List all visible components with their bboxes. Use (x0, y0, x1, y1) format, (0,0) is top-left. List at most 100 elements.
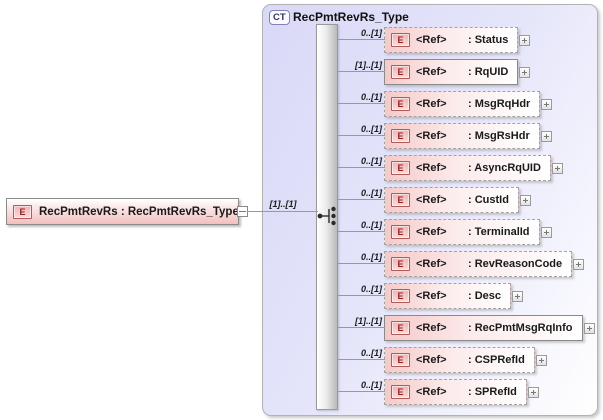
cardinality-label: 0..[1] (360, 156, 382, 166)
element-name: : AsyncRqUID (468, 162, 541, 174)
cardinality-label: 0..[1] (360, 348, 382, 358)
complex-type-title: RecPmtRevRs_Type (293, 10, 409, 24)
cardinality-label: 0..[1] (360, 28, 382, 38)
cardinality-label: [1]..[1] (355, 316, 382, 326)
element-box[interactable]: E <Ref> : SPRefId (384, 379, 527, 405)
connector: 0..[1] (338, 123, 385, 149)
cardinality-label: [1]..[1] (355, 60, 382, 70)
connector: 0..[1] (338, 27, 385, 53)
child-element-row: 0..[1] E <Ref> : Status (338, 27, 531, 53)
element-box[interactable]: E <Ref> : RqUID (384, 59, 519, 85)
element-box[interactable]: E <Ref> : MsgRsHdr (384, 123, 540, 149)
element-ref-label: <Ref> (416, 354, 447, 366)
cardinality-label: 0..[1] (360, 284, 382, 294)
element-ref-label: <Ref> (416, 162, 447, 174)
element-icon: E (13, 204, 32, 219)
connector-line (338, 391, 385, 392)
element-ref-label: <Ref> (416, 130, 447, 142)
element-name: : MsgRsHdr (468, 130, 530, 142)
element-icon: E (391, 321, 410, 335)
element-ref-label: <Ref> (416, 322, 447, 334)
connector: 0..[1] (338, 219, 385, 245)
element-icon: E (391, 161, 410, 175)
element-icon: E (391, 225, 410, 239)
connector-line (338, 231, 385, 232)
element-name: : Status (468, 34, 509, 46)
element-name: : TerminalId (468, 226, 530, 238)
cardinality-label: 0..[1] (360, 92, 382, 102)
child-element-row: 0..[1] E <Ref> : MsgRqHdr (338, 91, 553, 117)
connector-line (338, 263, 385, 264)
child-element-row: 0..[1] E <Ref> : CustId (338, 187, 531, 213)
expand-icon[interactable] (573, 258, 585, 270)
element-ref-label: <Ref> (416, 226, 447, 238)
element-icon: E (391, 353, 410, 367)
child-element-row: 0..[1] E <Ref> : SPRefId (338, 379, 539, 405)
root-cardinality-label: [1]..[1] (269, 199, 297, 209)
element-box[interactable]: E <Ref> : MsgRqHdr (384, 91, 541, 117)
connector: 0..[1] (338, 187, 385, 213)
cardinality-label: 0..[1] (360, 124, 382, 134)
connector: [1]..[1] (338, 315, 385, 341)
element-ref-label: <Ref> (416, 98, 447, 110)
connector-line (338, 167, 385, 168)
element-box[interactable]: E <Ref> : TerminalId (384, 219, 540, 245)
connector: 0..[1] (338, 91, 385, 117)
element-box[interactable]: E <Ref> : RecPmtMsgRqInfo (384, 315, 583, 341)
element-box[interactable]: E <Ref> : Desc (384, 283, 512, 309)
connector: 0..[1] (338, 155, 385, 181)
connector: 0..[1] (338, 283, 385, 309)
element-ref-label: <Ref> (416, 194, 447, 206)
connector: 0..[1] (338, 379, 385, 405)
element-name: : RecPmtMsgRqInfo (468, 322, 573, 334)
cardinality-label: 0..[1] (360, 188, 382, 198)
element-icon: E (391, 257, 410, 271)
child-element-row: [1]..[1] E <Ref> : RecPmtMsgRqInfo (338, 315, 595, 341)
element-name: : MsgRqHdr (468, 98, 531, 110)
element-icon: E (391, 289, 410, 303)
collapse-handle-icon[interactable] (237, 206, 248, 217)
element-icon: E (391, 97, 410, 111)
expand-icon[interactable] (551, 162, 563, 174)
cardinality-label: 0..[1] (360, 220, 382, 230)
element-box[interactable]: E <Ref> : AsyncRqUID (384, 155, 551, 181)
expand-icon[interactable] (519, 34, 531, 46)
element-name: : RevReasonCode (468, 258, 563, 270)
complex-type-container: CT RecPmtRevRs_Type 0..[1] E <Ref> : Sta… (262, 4, 598, 416)
expand-icon[interactable] (541, 98, 553, 110)
element-icon: E (391, 193, 410, 207)
element-ref-label: <Ref> (416, 34, 447, 46)
expand-icon[interactable] (527, 386, 539, 398)
element-box[interactable]: E <Ref> : CustId (384, 187, 519, 213)
element-ref-label: <Ref> (416, 290, 447, 302)
element-name: : RqUID (468, 66, 509, 78)
child-element-row: [1]..[1] E <Ref> : RqUID (338, 59, 531, 85)
root-element-box[interactable]: E RecPmtRevRs : RecPmtRevRs_Type (6, 198, 239, 225)
element-icon: E (391, 385, 410, 399)
expand-icon[interactable] (512, 290, 524, 302)
expand-icon[interactable] (535, 354, 547, 366)
complex-type-badge: CT (269, 10, 290, 25)
connector-line (338, 71, 385, 72)
connector-line (338, 199, 385, 200)
element-box[interactable]: E <Ref> : CSPRefId (384, 347, 535, 373)
element-box[interactable]: E <Ref> : Status (384, 27, 519, 53)
connector: 0..[1] (338, 251, 385, 277)
root-element-label: RecPmtRevRs : RecPmtRevRs_Type (39, 205, 239, 218)
root-connector-line (248, 211, 318, 212)
expand-icon[interactable] (519, 194, 531, 206)
expand-icon[interactable] (540, 226, 552, 238)
cardinality-label: 0..[1] (360, 380, 382, 390)
expand-icon[interactable] (540, 130, 552, 142)
expand-icon[interactable] (583, 322, 595, 334)
connector-line (338, 327, 385, 328)
element-name: : CSPRefId (468, 354, 525, 366)
connector-line (338, 295, 385, 296)
element-box[interactable]: E <Ref> : RevReasonCode (384, 251, 573, 277)
child-element-row: 0..[1] E <Ref> : CSPRefId (338, 347, 547, 373)
child-element-row: 0..[1] E <Ref> : TerminalId (338, 219, 552, 245)
child-element-row: 0..[1] E <Ref> : RevReasonCode (338, 251, 585, 277)
connector-line (338, 39, 385, 40)
element-ref-label: <Ref> (416, 386, 447, 398)
expand-icon[interactable] (519, 66, 531, 78)
